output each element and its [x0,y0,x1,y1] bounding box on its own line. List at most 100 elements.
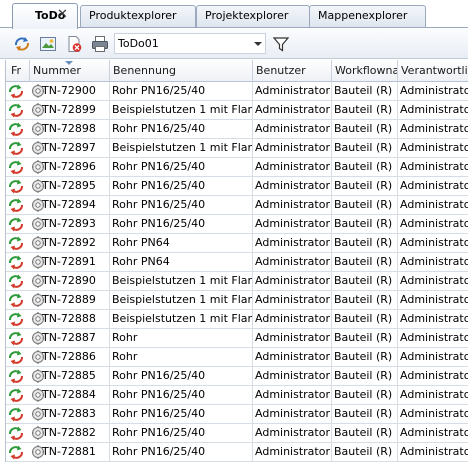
benennung-cell[interactable]: Beispielstutzen 1 mit Flansch [110,291,253,310]
refresh-icon[interactable] [13,35,31,53]
column-header-fr[interactable]: Fr [6,60,30,82]
verantwortlich-cell[interactable]: Administrator [398,310,468,329]
workflow-cell[interactable]: Bauteil (R) [332,82,398,101]
table-row[interactable]: TN-72890Beispielstutzen 1 mit Flansch Adm… [6,272,468,291]
benennung-cell[interactable]: Rohr PN16/25/40 [110,158,253,177]
verantwortlich-cell[interactable]: Administrator [398,272,468,291]
nummer-cell[interactable]: TN-72889 [30,291,110,310]
verantwortlich-cell[interactable]: Administrator [398,291,468,310]
table-row[interactable]: TN-72885 Rohr PN16/25/40 Administrator Baut… [6,367,468,386]
verantwortlich-cell[interactable]: Administrator [398,405,468,424]
nummer-cell[interactable]: TN-72888 [30,310,110,329]
verantwortlich-cell[interactable]: Administrator [398,120,468,139]
benennung-cell[interactable]: Rohr [110,348,253,367]
verantwortlich-cell[interactable]: Administrator [398,82,468,101]
table-row[interactable]: TN-72888Beispielstutzen 1 mit FlanschAdm… [6,310,468,329]
table-row[interactable]: TN-72886 Rohr Administrator Bauteil (R) Admi… [6,348,468,367]
verantwortlich-cell[interactable]: Administrator [398,386,468,405]
table-row[interactable]: TN-72900 Rohr PN16/25/40 Administrator Baut… [6,82,468,101]
image-icon[interactable] [39,35,57,53]
nummer-cell[interactable]: TN-72883 [30,405,110,424]
benutzer-cell[interactable]: Administrator [253,215,332,234]
benennung-cell[interactable]: Rohr PN16/25/40 [110,424,253,443]
benutzer-cell[interactable]: Administrator [253,291,332,310]
workflow-cell[interactable]: Bauteil (R) [332,310,398,329]
table-row[interactable]: TN-72893 Rohr PN16/25/40 Administrator Baut… [6,215,468,234]
nummer-cell[interactable]: TN-72886 [30,348,110,367]
workflow-cell[interactable]: Bauteil (R) [332,443,398,462]
nummer-cell[interactable]: TN-72887 [30,329,110,348]
nummer-cell[interactable]: TN-72893 [30,215,110,234]
nummer-cell[interactable]: TN-72885 [30,367,110,386]
table-row[interactable]: TN-72899Beispielstutzen 1 mit FlanschAdm… [6,101,468,120]
benutzer-cell[interactable]: Administrator [253,386,332,405]
benutzer-cell[interactable]: Administrator [253,177,332,196]
verantwortlich-cell[interactable]: Administrator [398,101,468,120]
nummer-cell[interactable]: TN-72900 [30,82,110,101]
verantwortlich-cell[interactable]: Administrator [398,234,468,253]
benutzer-cell[interactable]: Administrator [253,367,332,386]
chevron-down-icon[interactable] [254,42,262,46]
nummer-cell[interactable]: TN-72891 [30,253,110,272]
benutzer-cell[interactable]: Administrator [253,443,332,462]
workflow-cell[interactable]: Bauteil (R) [332,120,398,139]
verantwortlich-cell[interactable]: Administrator [398,196,468,215]
table-row[interactable]: TN-72891 Rohr PN64 Administrator Bauteil (R… [6,253,468,272]
benennung-cell[interactable]: Rohr PN16/25/40 [110,196,253,215]
workflow-cell[interactable]: Bauteil (R) [332,386,398,405]
workflow-cell[interactable]: Bauteil (R) [332,329,398,348]
nummer-cell[interactable]: TN-72890 [30,272,110,291]
column-header-verantwortlich[interactable]: Verantwortlich [398,60,468,82]
nummer-cell[interactable]: TN-72894 [30,196,110,215]
benutzer-cell[interactable]: Administrator [253,120,332,139]
benennung-cell[interactable]: Beispielstutzen 1 mit Flansch [110,101,253,120]
benutzer-cell[interactable]: Administrator [253,158,332,177]
benutzer-cell[interactable]: Administrator [253,139,332,158]
benennung-cell[interactable]: Rohr PN64 [110,234,253,253]
workflow-cell[interactable]: Bauteil (R) [332,234,398,253]
workflow-cell[interactable]: Bauteil (R) [332,196,398,215]
benutzer-cell[interactable]: Administrator [253,405,332,424]
table-row[interactable]: TN-72887 Rohr Administrator Bauteil (R) Admi… [6,329,468,348]
benennung-cell[interactable]: Beispielstutzen 1 mit Flansch [110,272,253,291]
verantwortlich-cell[interactable]: Administrator [398,177,468,196]
nummer-cell[interactable]: TN-72898 [30,120,110,139]
table-row[interactable]: TN-72884 Rohr PN16/25/40 Administrator Baut… [6,386,468,405]
benennung-cell[interactable]: Rohr PN16/25/40 [110,443,253,462]
verantwortlich-cell[interactable]: Administrator [398,348,468,367]
nummer-cell[interactable]: TN-72881 [30,443,110,462]
table-row[interactable]: TN-72894 Rohr PN16/25/40 Administrator Baut… [6,196,468,215]
table-row[interactable]: TN-72881 Rohr PN16/25/40 Administrator Baut… [6,443,468,462]
tab-projektexplorer[interactable]: Projektexplorer [196,5,310,27]
table-row[interactable]: TN-72898 Rohr PN16/25/40 Administrator Baut… [6,120,468,139]
view-select[interactable]: ToDo01 [114,33,266,54]
verantwortlich-cell[interactable]: Administrator [398,367,468,386]
verantwortlich-cell[interactable]: Administrator [398,158,468,177]
delete-document-icon[interactable] [65,35,83,53]
table-row[interactable]: TN-72895 Rohr PN16/25/40 Administrator Baut… [6,177,468,196]
nummer-cell[interactable]: TN-72899 [30,101,110,120]
benennung-cell[interactable]: Rohr PN16/25/40 [110,367,253,386]
workflow-cell[interactable]: Bauteil (R) [332,291,398,310]
benennung-cell[interactable]: Rohr [110,329,253,348]
workflow-cell[interactable]: Bauteil (R) [332,405,398,424]
benutzer-cell[interactable]: Administrator [253,329,332,348]
table-row[interactable]: TN-72882 Rohr PN16/25/40 Administrator Baut… [6,424,468,443]
benennung-cell[interactable]: Rohr PN16/25/40 [110,386,253,405]
workflow-cell[interactable]: Bauteil (R) [332,424,398,443]
benutzer-cell[interactable]: Administrator [253,348,332,367]
benennung-cell[interactable]: Beispielstutzen 1 mit Flansch [110,139,253,158]
verantwortlich-cell[interactable]: Administrator [398,215,468,234]
benutzer-cell[interactable]: Administrator [253,82,332,101]
benutzer-cell[interactable]: Administrator [253,101,332,120]
benennung-cell[interactable]: Beispielstutzen 1 mit Flansch [110,310,253,329]
benutzer-cell[interactable]: Administrator [253,310,332,329]
workflow-cell[interactable]: Bauteil (R) [332,139,398,158]
workflow-cell[interactable]: Bauteil (R) [332,348,398,367]
nummer-cell[interactable]: TN-72897 [30,139,110,158]
workflow-cell[interactable]: Bauteil (R) [332,367,398,386]
workflow-cell[interactable]: Bauteil (R) [332,272,398,291]
column-header-benennung[interactable]: Benennung [110,60,253,82]
workflow-cell[interactable]: Bauteil (R) [332,158,398,177]
column-header-benutzer[interactable]: Benutzer [253,60,332,82]
